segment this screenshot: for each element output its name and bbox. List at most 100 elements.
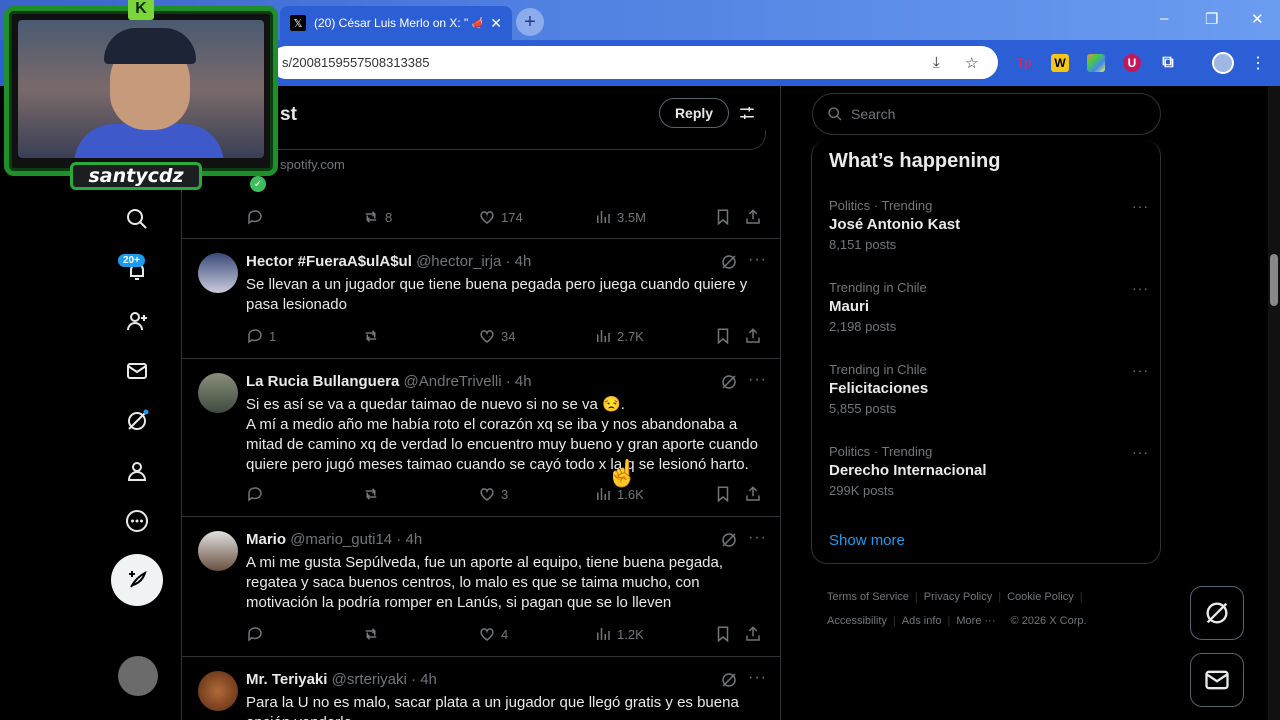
views-action[interactable]: 2.7K [594, 327, 714, 345]
reply-action[interactable] [246, 208, 362, 226]
bookmark-action[interactable] [714, 625, 744, 643]
tab-close-icon[interactable]: ✕ [490, 15, 502, 32]
grok-explain-icon[interactable] [720, 671, 738, 689]
accessibility-link[interactable]: Accessibility [827, 615, 887, 627]
minimize-button[interactable]: – [1160, 10, 1168, 27]
maximize-button[interactable]: ❐ [1205, 10, 1218, 28]
tweet-time[interactable]: 4h [405, 531, 422, 548]
like-action[interactable]: 174 [478, 208, 594, 226]
author-handle[interactable]: @mario_guti14 [290, 531, 392, 548]
share-action[interactable] [744, 327, 762, 345]
author-handle[interactable]: @AndreTrivelli [404, 373, 502, 390]
more-options-icon[interactable]: ··· [748, 669, 767, 687]
ads-info-link[interactable]: Ads info [902, 615, 942, 627]
close-window-button[interactable]: ✕ [1251, 10, 1264, 28]
trend-item[interactable]: Trending in Chile Felicitaciones 5,855 p… [829, 362, 1149, 416]
more-options-icon[interactable]: ··· [748, 251, 767, 269]
grok-float-button[interactable] [1190, 586, 1244, 640]
grok-explain-icon[interactable] [720, 253, 738, 271]
reply-tweet[interactable]: La Rucia Bullanguera @AndreTrivelli · 4h… [182, 358, 780, 516]
trend-more-icon[interactable]: ··· [1132, 362, 1149, 378]
extension-w-icon[interactable]: W [1051, 54, 1069, 72]
show-more-link[interactable]: Show more [829, 532, 905, 549]
share-action[interactable] [744, 625, 762, 643]
retweet-action[interactable]: 8 [362, 208, 478, 226]
more-options-icon[interactable]: ··· [748, 529, 767, 547]
account-avatar[interactable] [118, 656, 158, 696]
extension-tp-icon[interactable]: Tp [1015, 54, 1033, 72]
nav-follow[interactable] [122, 306, 152, 336]
bookmark-action[interactable] [714, 327, 744, 345]
extensions-puzzle-icon[interactable]: ⧉ [1159, 54, 1177, 72]
trend-item[interactable]: Trending in Chile Mauri 2,198 posts ··· [829, 280, 1149, 334]
author-handle[interactable]: @hector_irja [416, 253, 501, 270]
share-action[interactable] [744, 485, 762, 503]
trend-more-icon[interactable]: ··· [1132, 444, 1149, 460]
browser-tab[interactable]: 𝕏 (20) César Luis Merlo on X: " 📣 ✕ [280, 6, 512, 40]
search-input[interactable]: Search [812, 93, 1161, 135]
reply-tweet[interactable]: Hector #FueraA$ulA$ul @hector_irja · 4h … [182, 238, 780, 358]
link-card-edge[interactable] [246, 130, 766, 150]
tweet-author-avatar[interactable] [198, 253, 238, 293]
page-scrollbar[interactable] [1268, 86, 1280, 720]
views-action[interactable]: 1.2K [594, 625, 714, 643]
browser-profile-avatar[interactable] [1212, 52, 1234, 74]
compose-post-button[interactable] [111, 554, 163, 606]
nav-messages[interactable] [122, 356, 152, 386]
tweet-time[interactable]: 4h [420, 671, 437, 688]
retweet-icon [365, 488, 377, 500]
nav-grok[interactable] [122, 406, 152, 436]
extension-color-icon[interactable] [1087, 54, 1105, 72]
author-name[interactable]: Mr. Teriyaki [246, 671, 327, 688]
reply-action[interactable] [246, 485, 362, 503]
tweet-time[interactable]: 4h [515, 253, 532, 270]
tweet-author-avatar[interactable] [198, 531, 238, 571]
tweet-time[interactable]: 4h [515, 373, 532, 390]
reply-button[interactable]: Reply [659, 98, 729, 128]
cookie-link[interactable]: Cookie Policy [1007, 591, 1074, 603]
nav-profile[interactable] [122, 456, 152, 486]
share-action[interactable] [744, 208, 762, 226]
like-action[interactable]: 3 [478, 485, 594, 503]
retweet-action[interactable] [362, 625, 478, 643]
more-link[interactable]: More ··· [956, 615, 995, 627]
author-name[interactable]: Mario [246, 531, 286, 548]
author-name[interactable]: Hector #FueraA$ulA$ul [246, 253, 412, 270]
author-name[interactable]: La Rucia Bullanguera [246, 373, 399, 390]
trend-item[interactable]: Politics · Trending José Antonio Kast 8,… [829, 198, 1149, 252]
nav-more[interactable] [122, 506, 152, 536]
bookmark-action[interactable] [714, 208, 744, 226]
views-action[interactable]: 3.5M [594, 208, 714, 226]
trend-more-icon[interactable]: ··· [1132, 198, 1149, 214]
bookmark-star-icon[interactable]: ☆ [965, 54, 978, 72]
trend-item[interactable]: Politics · Trending Derecho Internaciona… [829, 444, 1149, 498]
like-action[interactable]: 4 [478, 625, 594, 643]
install-app-icon[interactable]: ⤓ [933, 54, 940, 71]
reply-tweet[interactable]: Mario @mario_guti14 · 4h ··· A mi me gus… [182, 516, 780, 656]
retweet-action[interactable] [362, 327, 478, 345]
terms-link[interactable]: Terms of Service [827, 591, 909, 603]
new-tab-button[interactable]: + [516, 8, 544, 36]
messages-float-button[interactable] [1190, 653, 1244, 707]
grok-explain-icon[interactable] [720, 373, 738, 391]
nav-explore[interactable] [122, 204, 152, 234]
reply-settings-icon[interactable] [738, 104, 756, 122]
reply-tweet[interactable]: Mr. Teriyaki @srteriyaki · 4h ··· Para l… [182, 656, 780, 720]
tweet-author-avatar[interactable] [198, 373, 238, 413]
extension-u-icon[interactable]: U [1123, 54, 1141, 72]
more-options-icon[interactable]: ··· [748, 371, 767, 389]
retweet-action[interactable] [362, 485, 478, 503]
link-domain[interactable]: spotify.com [280, 157, 345, 172]
tweet-author-avatar[interactable] [198, 671, 238, 711]
grok-explain-icon[interactable] [720, 531, 738, 549]
privacy-link[interactable]: Privacy Policy [924, 591, 992, 603]
like-action[interactable]: 34 [478, 327, 594, 345]
address-bar[interactable]: s/2008159557508313385 [270, 46, 998, 79]
scrollbar-thumb[interactable] [1270, 254, 1278, 306]
author-handle[interactable]: @srteriyaki [332, 671, 407, 688]
reply-action[interactable] [246, 625, 362, 643]
reply-action[interactable]: 1 [246, 327, 362, 345]
bookmark-action[interactable] [714, 485, 744, 503]
browser-menu-icon[interactable]: ⋮ [1250, 53, 1266, 73]
trend-more-icon[interactable]: ··· [1132, 280, 1149, 296]
